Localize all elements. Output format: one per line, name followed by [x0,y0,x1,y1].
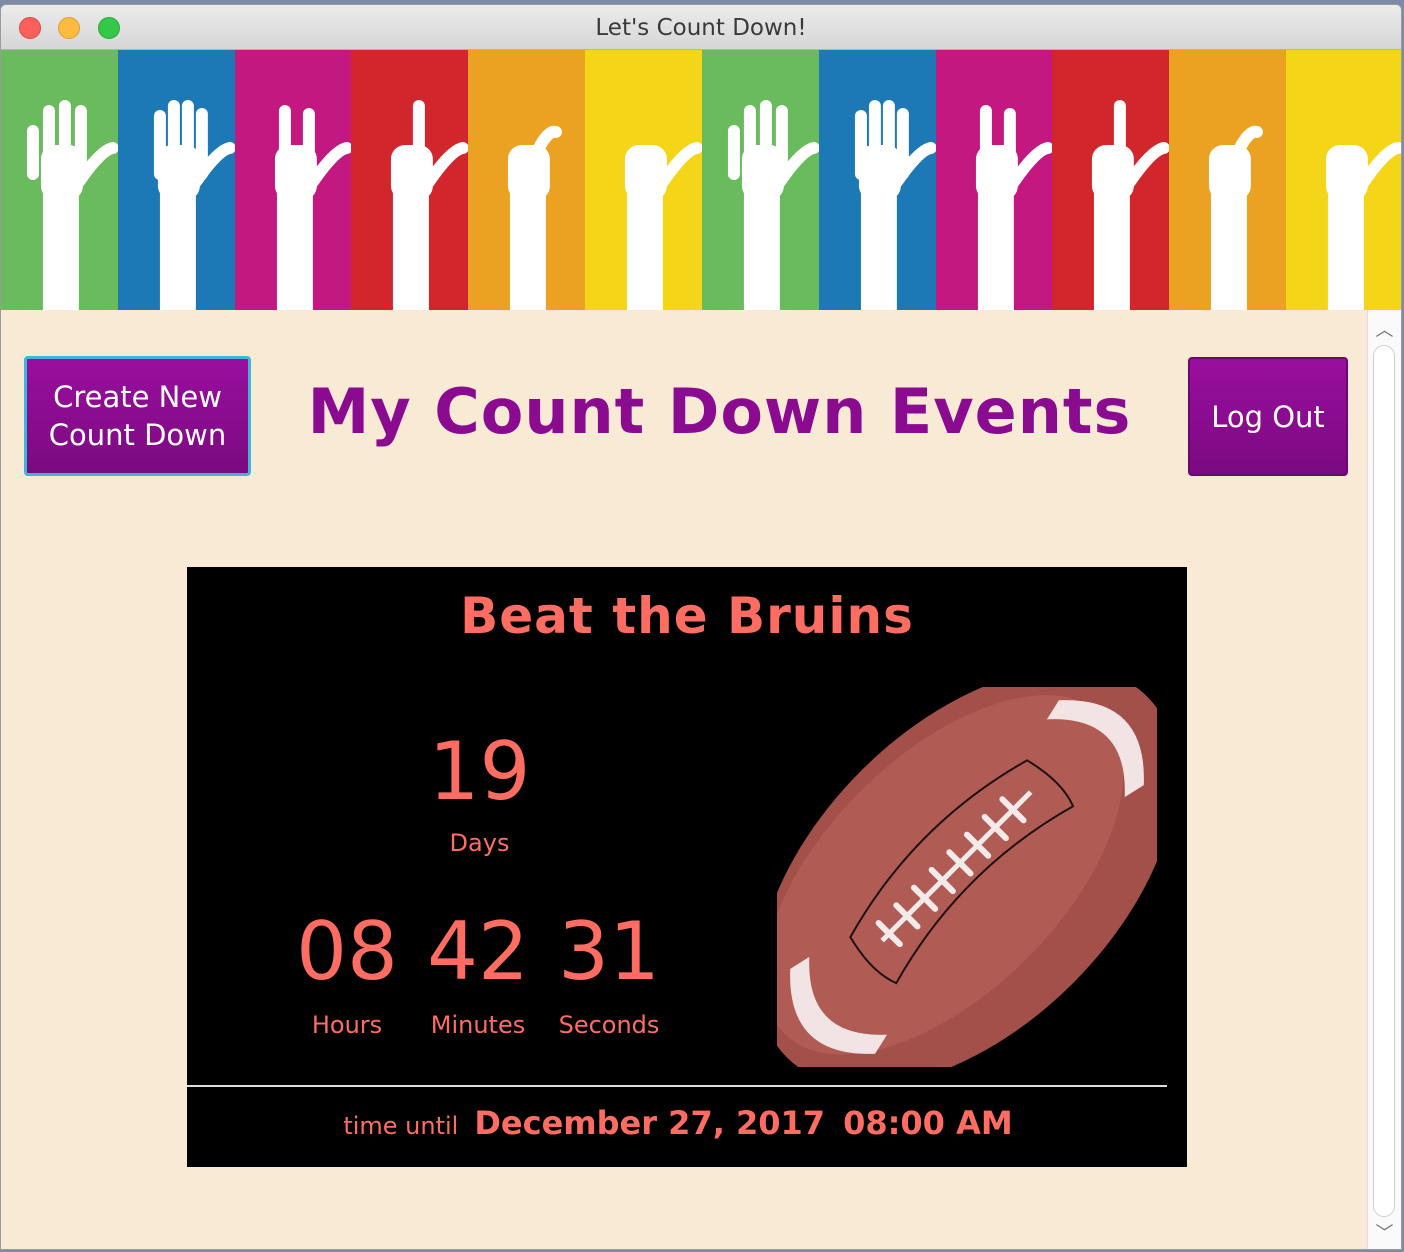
banner-stripe [468,50,586,310]
three-fingers-icon [274,105,352,310]
fist-icon [1326,142,1401,310]
one-finger-icon [391,100,469,310]
main-content: Create New Count Down My Count Down Even… [1,310,1369,1249]
hands-banner [1,50,1401,310]
scroll-down-icon[interactable]: ﹀ [1368,1219,1401,1245]
app-window: Let's Count Down! Create New Count Down … [0,4,1402,1250]
open-hand-icon [26,100,118,310]
target-time: 08:00 AM [843,1104,1013,1142]
scroll-up-icon[interactable]: ︿ [1368,316,1401,342]
three-fingers-icon [975,105,1053,310]
banner-stripe [234,50,352,310]
banner-stripe [351,50,469,310]
banner-stripe [585,50,702,310]
banner-stripe [117,50,235,310]
seconds-label: Seconds [558,1011,660,1039]
banner-stripe [701,50,819,310]
page-title: My Count Down Events [307,375,1132,448]
vertical-scrollbar[interactable]: ︿ ﹀ [1367,310,1401,1249]
hours-label: Hours [311,1011,383,1039]
one-finger-icon [1092,100,1170,310]
target-date: December 27, 2017 [474,1104,826,1142]
minutes-label: Minutes [430,1011,526,1039]
seconds-value: 31 [558,905,660,998]
open-hand-icon [727,100,819,310]
time-until-label: time until [343,1112,459,1140]
banner-stripe [1169,50,1287,310]
scroll-thumb[interactable] [1373,345,1395,1217]
banner-stripe [1,50,118,310]
target-datetime: time until December 27, 2017 08:00 AM [187,1104,1187,1142]
banner-stripe [1286,50,1401,310]
fist-icon [625,142,702,310]
thumb-icon [508,125,563,310]
four-fingers-icon [153,100,235,310]
thumb-icon [1209,125,1264,310]
card-divider [187,1085,1167,1087]
banner-stripe [818,50,936,310]
minutes-value: 42 [427,905,529,998]
football-icon [777,687,1157,1067]
window-title: Let's Count Down! [595,15,807,41]
days-label: Days [449,829,510,857]
create-new-countdown-button[interactable]: Create New Count Down [24,356,251,476]
log-out-button[interactable]: Log Out [1188,357,1348,476]
banner-stripe [935,50,1053,310]
event-title: Beat the Bruins [460,587,914,645]
four-fingers-icon [854,100,936,310]
days-value: 19 [428,725,531,818]
countdown-card[interactable]: Beat the Bruins 19 Days 08 Hours 42 Minu… [187,567,1187,1167]
hours-value: 08 [296,905,398,998]
banner-stripe [1052,50,1170,310]
title-bar: Let's Count Down! [1,5,1401,50]
